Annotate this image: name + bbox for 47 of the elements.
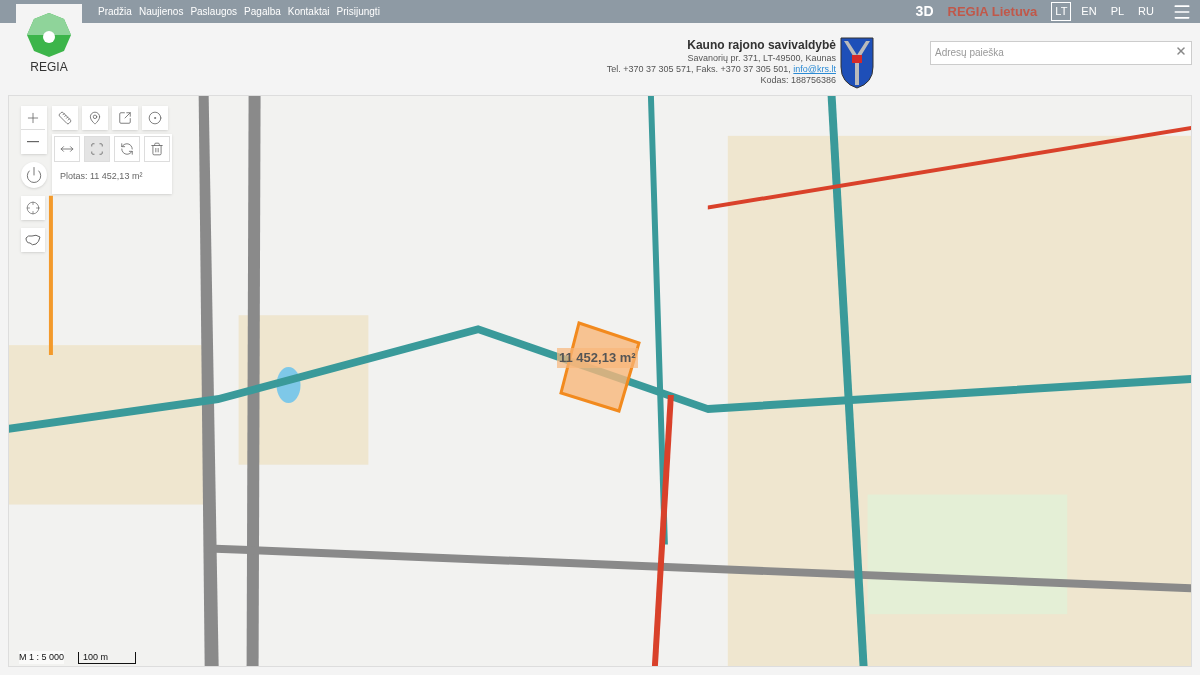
target-icon xyxy=(148,111,162,125)
view-3d-link[interactable]: 3D xyxy=(915,1,934,22)
tool-button[interactable] xyxy=(52,106,78,130)
tool-button[interactable] xyxy=(84,136,110,162)
tool-button[interactable] xyxy=(142,106,168,130)
language-tab[interactable]: RU xyxy=(1134,2,1158,21)
logo-text: REGIA xyxy=(30,59,68,76)
area-icon xyxy=(90,142,104,156)
language-tab[interactable]: EN xyxy=(1077,2,1101,21)
area-label: 11 452,13 m² xyxy=(557,348,638,368)
country-outline-icon xyxy=(25,234,41,246)
nav-link[interactable]: Naujienos xyxy=(138,4,184,19)
search-field[interactable]: Adresų paieška xyxy=(930,40,1192,65)
trash-icon xyxy=(150,142,164,156)
code-text: Kodas: 188756386 xyxy=(760,75,836,86)
nav-link[interactable]: Prisijungti xyxy=(336,4,380,19)
tool-button[interactable] xyxy=(82,106,108,130)
pin-icon xyxy=(88,111,102,125)
nav-link[interactable]: Pagalba xyxy=(244,4,281,19)
measure-result: Plotas: 11 452,13 m² xyxy=(59,170,144,183)
scale-bar: 100 m xyxy=(78,652,137,664)
nav-link[interactable]: Paslaugos xyxy=(190,4,238,19)
export-icon xyxy=(118,111,132,125)
tool-button[interactable] xyxy=(114,136,140,162)
coat-of-arms-icon xyxy=(840,37,874,89)
ruler-icon xyxy=(58,111,72,125)
locate-button[interactable] xyxy=(21,196,45,220)
map-view[interactable]: 11 452,13 m² Plotas: 11 452,13 m² M 1 : 5 000 100 m xyxy=(8,95,1192,667)
brand-link[interactable]: REGIA Lietuva xyxy=(947,1,1038,22)
country-button[interactable] xyxy=(21,228,45,252)
language-tab[interactable]: LT xyxy=(1051,2,1072,21)
nav-link[interactable]: Kontaktai xyxy=(287,4,330,19)
tool-button[interactable] xyxy=(54,136,80,162)
tool-button[interactable] xyxy=(112,106,138,130)
clear-icon[interactable] xyxy=(1175,45,1187,57)
phone-text: Tel. +370 37 305 571, Faks. +370 37 305 501, xyxy=(606,64,792,75)
address-text: Savanorių pr. 371, LT-49500, Kaunas xyxy=(687,53,836,64)
nav-link[interactable]: Pradžia xyxy=(98,4,132,19)
logo-icon xyxy=(26,12,72,58)
refresh-icon xyxy=(120,142,134,156)
power-icon xyxy=(25,166,43,184)
tool-button[interactable] xyxy=(144,136,170,162)
email-link[interactable]: info@krs.lt xyxy=(793,64,836,75)
scale-text: M 1 : 5 000 xyxy=(19,650,65,664)
language-tab[interactable]: PL xyxy=(1106,2,1129,21)
crosshair-icon xyxy=(26,201,40,215)
municipality-name: Kauno rajono savivaldybė xyxy=(687,37,836,53)
